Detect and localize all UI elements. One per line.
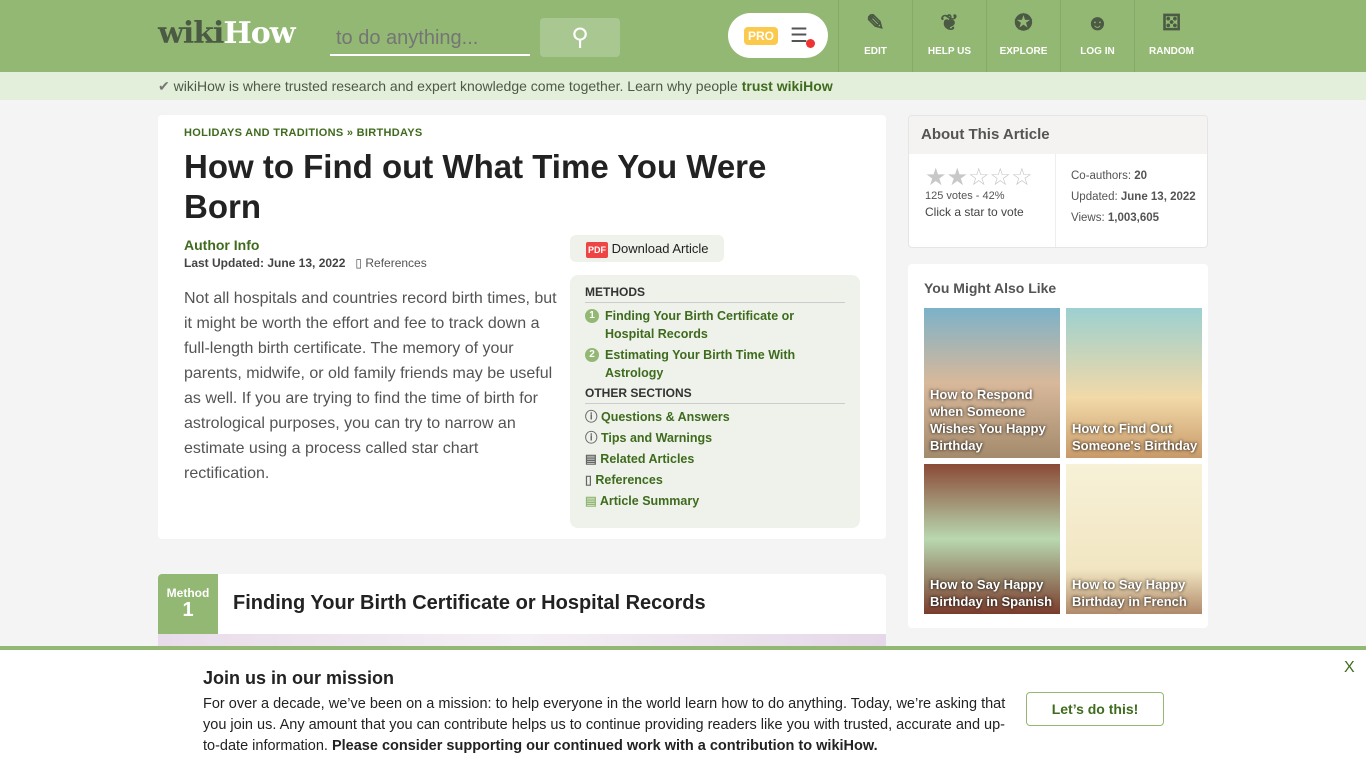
donation-banner: Join us in our mission For over a decade… xyxy=(0,646,1366,768)
nav-log-in[interactable]: ☻ LOG IN xyxy=(1060,0,1134,72)
check-icon: ✔ xyxy=(158,78,170,94)
compass-icon: ✪ xyxy=(1014,10,1033,35)
dice-icon: ⚄ xyxy=(1161,10,1182,35)
pencil-icon: ✎ xyxy=(866,10,885,35)
banner-title: Join us in our mission xyxy=(203,668,395,688)
toc-summary[interactable]: ▤ Article Summary xyxy=(585,492,845,510)
method-1-header: Method 1 Finding Your Birth Certificate o… xyxy=(158,574,886,654)
close-banner-button[interactable]: X xyxy=(1344,659,1355,677)
toc-questions[interactable]: ⓘ Questions & Answers xyxy=(585,408,845,426)
download-article-button[interactable]: PDF Download Article xyxy=(570,235,725,262)
related-article-tile[interactable]: How to Respond when Someone Wishes You H… xyxy=(924,308,1060,458)
toc-related[interactable]: ▤ Related Articles xyxy=(585,450,845,468)
search-button[interactable]: ⚲ xyxy=(540,18,620,57)
breadcrumb: HOLIDAYS AND TRADITIONS » BIRTHDAYS xyxy=(184,127,423,139)
author-info-link[interactable]: Author Info xyxy=(184,237,860,253)
trust-bar: ✔ wikiHow is where trusted research and … xyxy=(0,72,1366,100)
pdf-icon: PDF xyxy=(586,242,608,258)
article-intro-card: HOLIDAYS AND TRADITIONS » BIRTHDAYS How … xyxy=(158,115,886,539)
warning-icon: ⓘ xyxy=(585,431,598,445)
search-input[interactable] xyxy=(330,22,530,56)
intro-text: Not all hospitals and countries record b… xyxy=(184,290,557,482)
updated-date: June 13, 2022 xyxy=(1120,191,1196,203)
toc-references[interactable]: ▯ References xyxy=(585,471,845,489)
notification-dot xyxy=(806,39,815,48)
about-title: About This Article xyxy=(909,116,1207,154)
method-title: Finding Your Birth Certificate or Hospit… xyxy=(233,592,706,614)
trust-link[interactable]: trust wikiHow xyxy=(742,78,833,94)
top-nav: ✎ EDIT ❦ HELP US ✪ EXPLORE ☻ LOG IN ⚄ RANDOM xyxy=(838,0,1208,72)
about-article-card: About This Article ★★☆☆☆ 125 votes - 42%… xyxy=(908,115,1208,248)
nav-random[interactable]: ⚄ RANDOM xyxy=(1134,0,1208,72)
nav-explore[interactable]: ✪ EXPLORE xyxy=(986,0,1060,72)
star-icon[interactable]: ☆ xyxy=(968,164,990,191)
pro-menu-button[interactable]: PRO ☰ xyxy=(728,13,828,58)
table-of-contents: METHODS 1 Finding Your Birth Certificate … xyxy=(570,275,860,528)
toc-tips[interactable]: ⓘ Tips and Warnings xyxy=(585,429,845,447)
user-icon: ☻ xyxy=(1085,10,1110,35)
references-link[interactable]: References xyxy=(365,256,426,270)
related-article-tile[interactable]: How to Find Out Someone's Birthday xyxy=(1066,308,1202,458)
references-icon: ▯ xyxy=(585,473,592,487)
last-updated: Last Updated: June 13, 2022 xyxy=(184,256,346,270)
nav-edit[interactable]: ✎ EDIT xyxy=(838,0,912,72)
rating-stars[interactable]: ★★☆☆☆ xyxy=(925,166,1033,190)
vote-count: 125 votes - 42% xyxy=(925,190,1005,202)
references-icon: ▯ xyxy=(355,256,363,270)
views-count: 1,003,605 xyxy=(1107,212,1160,224)
related-title: You Might Also Like xyxy=(924,280,1057,296)
star-icon[interactable]: ☆ xyxy=(990,164,1012,191)
page-title: How to Find out What Time You Were Born xyxy=(184,148,767,225)
related-articles-card: You Might Also Like How to Respond when … xyxy=(908,264,1208,628)
coauthors-count: 20 xyxy=(1134,170,1148,182)
banner-text: For over a decade, we’ve been on a missi… xyxy=(203,696,1006,754)
toc-method-1[interactable]: 1 Finding Your Birth Certificate or Hospi… xyxy=(585,307,845,343)
toc-method-2[interactable]: 2 Estimating Your Birth Time With Astrolo… xyxy=(585,346,845,382)
lets-do-this-button[interactable]: Let’s do this! xyxy=(1026,692,1164,726)
star-icon[interactable]: ★ xyxy=(925,164,947,191)
star-icon[interactable]: ☆ xyxy=(1011,164,1033,191)
method-number-badge: Method 1 xyxy=(158,574,218,634)
summary-icon: ▤ xyxy=(585,494,597,508)
vote-prompt: Click a star to vote xyxy=(925,205,1024,219)
star-icon[interactable]: ★ xyxy=(947,164,969,191)
related-article-tile[interactable]: How to Say Happy Birthday in French xyxy=(1066,464,1202,614)
header: wikiHow ⚲ PRO ☰ ✎EDIT ❦HELP US ✪EXPLORE … xyxy=(0,0,1366,72)
document-icon: ▤ xyxy=(585,452,597,466)
nav-help-us[interactable]: ❦ HELP US xyxy=(912,0,986,72)
pro-badge: PRO xyxy=(744,27,779,45)
search-icon: ⚲ xyxy=(571,24,589,51)
related-article-tile[interactable]: How to Say Happy Birthday in Spanish xyxy=(924,464,1060,614)
wikihow-logo[interactable]: wikiHow xyxy=(158,16,296,51)
sprout-icon: ❦ xyxy=(940,10,959,35)
question-icon: ⓘ xyxy=(585,410,598,424)
